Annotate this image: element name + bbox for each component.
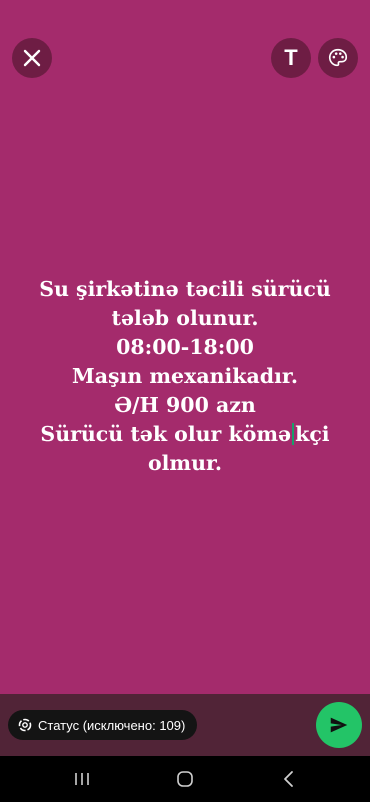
background-color-button[interactable] [318, 38, 358, 78]
home-button[interactable] [155, 756, 215, 802]
status-text-line: 08:00-18:00 [116, 335, 254, 359]
back-icon [284, 771, 293, 787]
status-text-segment: kçi [295, 422, 330, 446]
back-button[interactable] [259, 756, 319, 802]
send-icon [330, 717, 348, 733]
status-text-segment: Sürücü tək olur kömə [40, 422, 292, 446]
text-style-button[interactable]: T [271, 38, 311, 78]
status-text-line: Su şirkətinə təcili sürücü [39, 277, 331, 301]
status-text-line: olmur. [147, 451, 223, 475]
status-editor-screen: T Su şirkətinə təcili sürücü tələb olunu… [0, 0, 370, 802]
text-style-label: T [284, 45, 298, 70]
system-navigation-bar [0, 756, 370, 802]
status-ring-icon [18, 718, 32, 732]
send-button[interactable] [316, 702, 362, 748]
close-icon [23, 49, 41, 67]
text-cursor [292, 423, 295, 445]
bottom-bar: Статус (исключено: 109) [0, 694, 370, 756]
status-text-line-with-cursor: Sürücü tək olur kömə kçi [20, 420, 350, 449]
status-text-line: tələb olunur. [111, 306, 259, 330]
recents-icon [75, 773, 89, 785]
home-icon [177, 771, 193, 787]
status-audience-chip[interactable]: Статус (исключено: 109) [8, 710, 198, 740]
close-button[interactable] [12, 38, 52, 78]
status-text-input[interactable]: Su şirkətinə təcili sürücü tələb olunur.… [20, 275, 350, 478]
status-text-line: Ə/H 900 azn [114, 393, 256, 417]
status-audience-label: Статус (исключено: 109) [38, 717, 186, 733]
recents-button[interactable] [52, 756, 112, 802]
status-text-line: Maşın mexanikadır. [72, 364, 298, 388]
palette-icon [328, 48, 348, 67]
